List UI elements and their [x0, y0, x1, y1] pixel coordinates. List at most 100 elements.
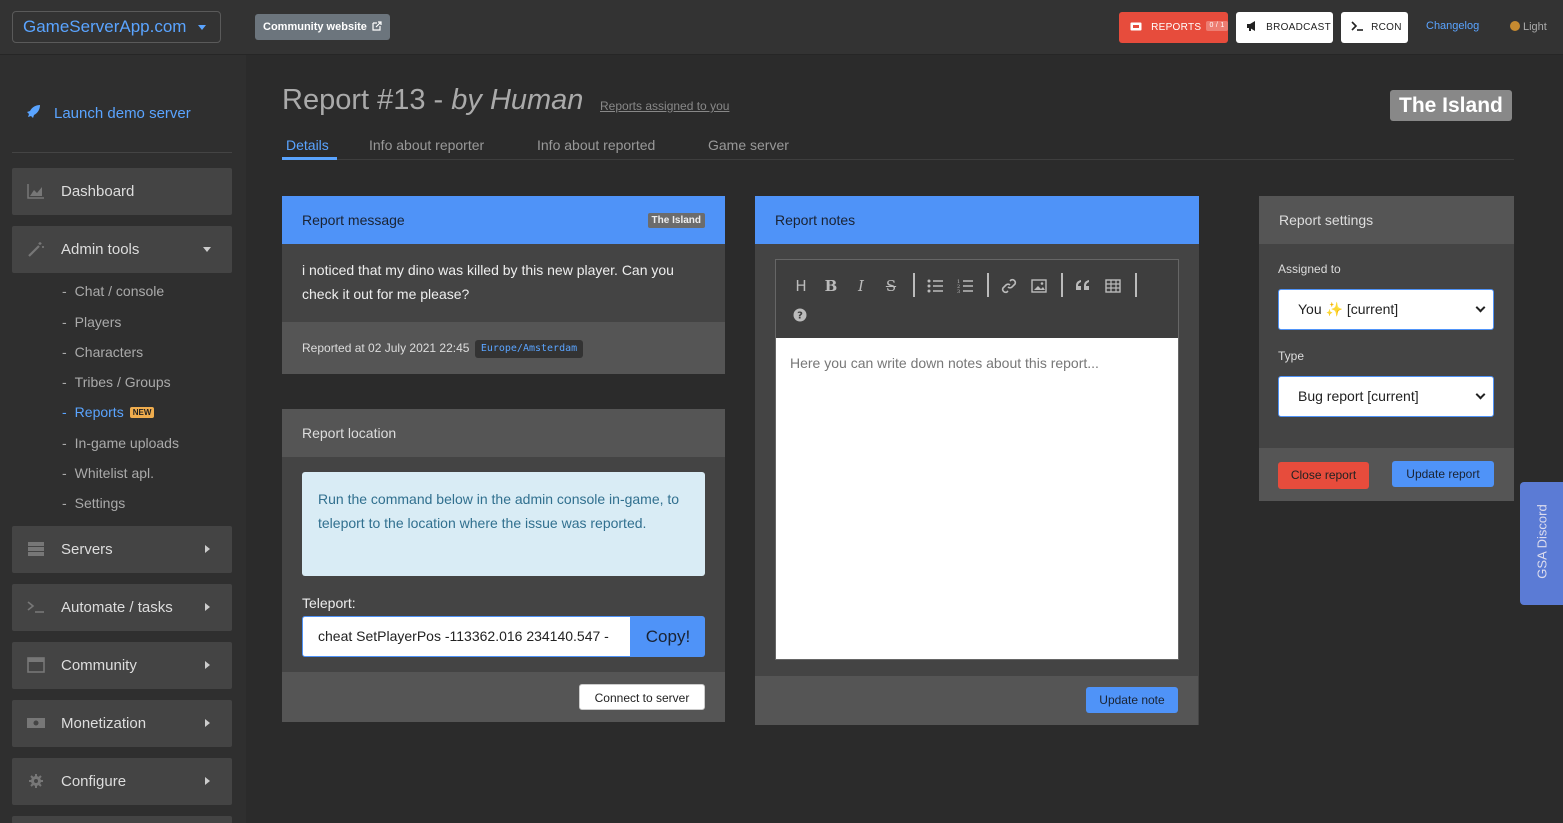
link-icon[interactable]: [1001, 278, 1017, 294]
sidebar-item-configure[interactable]: Configure: [12, 758, 232, 805]
sidebar-item-label: Community: [61, 657, 137, 674]
report-location-title: Report location: [302, 425, 397, 441]
theme-toggle[interactable]: Light: [1510, 21, 1547, 33]
reports-assigned-link[interactable]: Reports assigned to you: [600, 99, 729, 113]
sidebar-subitem-label: Reports: [74, 404, 124, 420]
numbered-list-icon[interactable]: 123: [957, 278, 973, 294]
chevron-right-icon: [205, 603, 210, 611]
area-chart-icon: [27, 184, 44, 199]
gsa-discord-tab[interactable]: GSA Discord: [1520, 482, 1563, 605]
sidebar-subitem-label: Characters: [74, 344, 144, 360]
sidebar-divider: [12, 152, 232, 153]
sidebar-subitem-players[interactable]: - Players: [62, 314, 121, 330]
sidebar-subitem-label: Chat / console: [74, 283, 165, 299]
sidebar-subitem-label: Whitelist apl.: [74, 465, 155, 481]
server-icon: [28, 542, 44, 556]
chevron-down-icon: [1475, 302, 1486, 313]
sidebar-item-label: Configure: [61, 773, 127, 790]
update-report-button[interactable]: Update report: [1392, 461, 1494, 487]
chevron-down-icon: [203, 247, 211, 252]
assigned-to-select[interactable]: You ✨ [current]: [1278, 289, 1494, 330]
sidebar-subitem-settings[interactable]: - Settings: [62, 495, 125, 511]
sidebar-item-label: Monetization: [61, 715, 147, 732]
reports-count-badge: 0 / 1: [1206, 21, 1228, 31]
brand-dropdown[interactable]: GameServerApp.com: [12, 11, 221, 43]
reports-button[interactable]: REPORTS 0 / 1: [1119, 12, 1228, 43]
heading-icon[interactable]: H: [793, 278, 809, 294]
notes-textarea[interactable]: Here you can write down notes about this…: [776, 338, 1178, 388]
type-value: Bug report [current]: [1298, 388, 1419, 404]
report-message-text: i noticed that my dino was killed by thi…: [302, 262, 674, 302]
teleport-label: Teleport:: [302, 595, 356, 611]
map-badge-small: The Island: [647, 213, 705, 228]
sidebar-subitem-chat-console[interactable]: - Chat / console: [62, 283, 164, 299]
community-website-button[interactable]: Community website: [255, 14, 390, 40]
chevron-down-icon: [198, 25, 206, 30]
svg-text:?: ?: [797, 311, 803, 322]
terminal-icon: [1351, 21, 1363, 31]
tab-info-reported[interactable]: Info about reported: [537, 137, 655, 153]
sidebar-subitem-reports[interactable]: - Reports NEW: [62, 404, 155, 420]
gsa-discord-label: GSA Discord: [1534, 504, 1550, 579]
broadcast-button[interactable]: BROADCAST: [1236, 12, 1333, 43]
tab-details[interactable]: Details: [286, 137, 329, 153]
sidebar-item-label: Automate / tasks: [61, 599, 173, 616]
sidebar-item-automate[interactable]: Automate / tasks: [12, 584, 232, 631]
megaphone-icon: [1247, 21, 1255, 31]
report-message-header: Report message The Island: [282, 196, 725, 244]
teleport-command-input[interactable]: cheat SetPlayerPos -113362.016 234140.54…: [302, 616, 631, 657]
report-message-footer: Reported at 02 July 2021 22:45 Europe/Am…: [282, 322, 725, 374]
toolbar-separator: [987, 273, 989, 297]
sidebar-subitem-label: Tribes / Groups: [74, 374, 171, 390]
rocket-icon: [27, 105, 40, 118]
timezone-badge: Europe/Amsterdam: [474, 340, 584, 358]
report-location-card: Report location Run the command below in…: [282, 409, 725, 722]
type-select[interactable]: Bug report [current]: [1278, 376, 1494, 417]
sidebar-item-servers[interactable]: Servers: [12, 526, 232, 573]
update-note-button[interactable]: Update note: [1086, 687, 1178, 713]
copy-button[interactable]: Copy!: [631, 616, 705, 657]
editor-toolbar: H B I S 123 ?: [776, 260, 1178, 338]
report-notes-title: Report notes: [775, 212, 856, 228]
strikethrough-icon[interactable]: S: [883, 278, 899, 294]
close-report-button[interactable]: Close report: [1278, 462, 1369, 489]
chevron-right-icon: [205, 661, 210, 669]
connect-to-server-button[interactable]: Connect to server: [579, 684, 705, 710]
bullet-list-icon[interactable]: [927, 278, 943, 294]
sidebar-item-admin-tools[interactable]: Admin tools: [12, 226, 232, 273]
italic-icon[interactable]: I: [853, 278, 869, 294]
sidebar-item-community[interactable]: Community: [12, 642, 232, 689]
sidebar-subitem-label: Settings: [74, 495, 126, 511]
sidebar-item-dashboard[interactable]: Dashboard: [12, 168, 232, 215]
tab-bar: Details Info about reporter Info about r…: [282, 134, 1514, 160]
changelog-link[interactable]: Changelog: [1426, 20, 1479, 32]
ticket-icon: [1130, 22, 1142, 31]
table-icon[interactable]: [1105, 278, 1121, 294]
window-icon: [27, 657, 45, 673]
tab-info-reporter[interactable]: Info about reporter: [369, 137, 484, 153]
sidebar-subitem-characters[interactable]: - Characters: [62, 344, 143, 360]
image-icon[interactable]: [1031, 278, 1047, 294]
report-notes-card: Report notes H B I S 123 ? Here you can …: [755, 196, 1199, 725]
chevron-right-icon: [205, 777, 210, 785]
toolbar-separator: [1135, 273, 1137, 297]
report-message-title: Report message: [302, 212, 405, 228]
sidebar-subitem-in-game-uploads[interactable]: - In-game uploads: [62, 435, 179, 451]
help-icon[interactable]: ?: [793, 308, 807, 322]
sidebar-subitem-tribes-groups[interactable]: - Tribes / Groups: [62, 374, 171, 390]
tab-game-server[interactable]: Game server: [708, 137, 789, 153]
magic-wand-icon: [28, 242, 44, 257]
sidebar-subitem-whitelist[interactable]: - Whitelist apl.: [62, 465, 154, 481]
assigned-to-value: You ✨ [current]: [1298, 301, 1399, 317]
bold-icon[interactable]: B: [823, 278, 839, 294]
brand-label: GameServerApp.com: [23, 17, 187, 36]
reported-at: Reported at 02 July 2021 22:45: [302, 341, 470, 355]
report-settings-card: Report settings Assigned to You ✨ [curre…: [1259, 196, 1514, 501]
chevron-right-icon: [205, 719, 210, 727]
rcon-label: RCON: [1371, 22, 1402, 33]
quote-icon[interactable]: [1075, 278, 1091, 294]
rcon-button[interactable]: RCON: [1341, 12, 1408, 43]
launch-demo-server-link[interactable]: Launch demo server: [24, 103, 191, 122]
sidebar-item-monetization[interactable]: Monetization: [12, 700, 232, 747]
map-badge: The Island: [1390, 90, 1512, 121]
